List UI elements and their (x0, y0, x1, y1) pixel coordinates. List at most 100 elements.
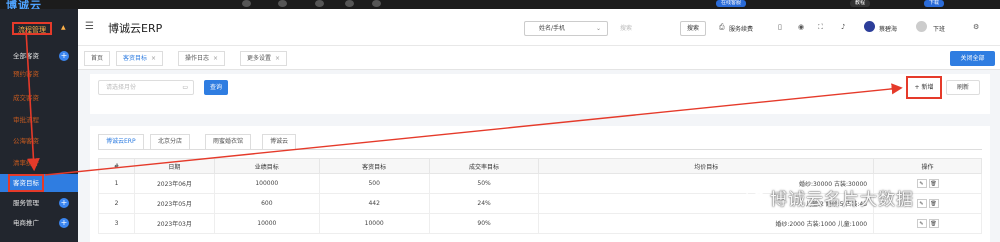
cell-actions: ✎ 🗑 (873, 213, 982, 234)
fullscreen-icon[interactable]: ⛶ (818, 23, 823, 32)
month-placeholder: 请选择月份 (106, 84, 137, 91)
store-tab-3[interactable]: 雨蜜婚衣馆 (205, 134, 252, 150)
sidebar-item-appointment[interactable]: 预约客资 (0, 65, 78, 83)
top-dot-icon (242, 0, 251, 7)
column-header: 客资目标 (318, 158, 430, 174)
calendar-icon: ▭ (182, 84, 188, 91)
column-header: 操作 (873, 158, 982, 174)
close-icon[interactable]: × (213, 55, 218, 62)
query-button[interactable]: 查询 (204, 80, 228, 95)
cell-date: 2023年05月 (133, 193, 215, 214)
add-button[interactable]: + 新增 (906, 76, 942, 99)
column-header: 日期 (133, 158, 215, 174)
logout-avatar-icon[interactable] (916, 21, 927, 32)
sidebar-item-deals[interactable]: 成交客资 (0, 89, 78, 107)
sidebar-item-label: 电商推广 (13, 219, 39, 227)
top-strip: 博诚云 在线客服 教程 下载 (0, 0, 1000, 12)
tab-label: 首页 (91, 55, 104, 62)
sidebar-item-service[interactable]: 服务管理 + (0, 194, 78, 212)
sidebar-item-all-leads[interactable]: 全部客资 + (0, 47, 78, 65)
logout-link[interactable]: 下班 (933, 24, 945, 33)
sidebar-item-label: 全部客资 (13, 52, 39, 60)
download-button[interactable]: 下载 (924, 0, 945, 7)
watermark: 博诚云名片大数据 (740, 183, 960, 210)
tab-lead-target[interactable]: 客资目标 × (116, 51, 164, 66)
highlight-box (8, 174, 44, 192)
online-service-button[interactable]: 在线客服 (716, 0, 747, 7)
search-type-select[interactable]: 姓名/手机 ⌄ (524, 21, 608, 36)
sidebar-item-label: 服务管理 (13, 199, 39, 207)
phone-icon[interactable]: ▯ (778, 23, 782, 31)
top-dot-icon (372, 0, 381, 7)
cell-leads: 442 (318, 193, 430, 214)
cell-date: 2023年03月 (133, 213, 215, 234)
top-dot-icon (315, 0, 324, 7)
refresh-button[interactable]: 刷新 (946, 80, 980, 95)
column-header: 成交率目标 (428, 158, 540, 174)
sidebar-item-lead-target[interactable]: 客资目标 (0, 174, 78, 192)
hamburger-menu-icon[interactable]: ☰ (85, 21, 94, 32)
sidebar-group-label: 流程管理 (12, 22, 52, 35)
plus-icon[interactable]: + (59, 218, 69, 228)
store-tab-2[interactable]: 北京分店 (150, 134, 191, 150)
search-button[interactable]: 搜索 (680, 21, 706, 36)
service-renew-link[interactable]: 服务续费 (729, 24, 753, 33)
table-header-row: # 日期 业绩目标 客资目标 成交率目标 均价目标 操作 (98, 158, 982, 174)
sidebar-item-approval[interactable]: 审批流程 (0, 111, 78, 129)
bell-icon[interactable]: ♪ (841, 23, 845, 31)
close-all-button[interactable]: 关闭全部 (950, 51, 995, 66)
printer-icon[interactable]: ⎙ (719, 23, 725, 32)
cell-index: 2 (98, 193, 135, 214)
sidebar-group-flow[interactable]: 流程管理 ▲ (0, 17, 78, 39)
cell-perf: 100000 (213, 173, 320, 194)
close-icon[interactable]: × (151, 55, 156, 62)
tab-label: 客资目标 (123, 55, 148, 62)
top-dot-icon (345, 0, 354, 7)
tabs-bar: 首页 客资目标 × 操作日志 × 更多设置 × 关闭全部 (78, 46, 1000, 70)
column-header: # (98, 158, 135, 174)
plus-icon[interactable]: + (59, 198, 69, 208)
sidebar-item-label: 清率统计 (13, 159, 39, 167)
wechat-icon (746, 187, 765, 202)
user-name[interactable]: 蔡碧海 (879, 24, 897, 33)
edit-icon[interactable]: ✎ (916, 219, 927, 228)
tab-home[interactable]: 首页 (84, 51, 111, 66)
filter-bar: 请选择月份 ▭ 查询 + 新增 刷新 (90, 74, 990, 114)
table-row: 3 2023年03月 10000 10000 90% 婚纱:2000 古装:10… (98, 213, 982, 234)
brand-title: 博诚云ERP (108, 22, 163, 35)
delete-icon[interactable]: 🗑 (928, 219, 939, 228)
tutorial-button[interactable]: 教程 (850, 0, 871, 7)
avatar[interactable] (864, 21, 875, 32)
store-tab-1[interactable]: 博诚云ERP (98, 134, 144, 150)
store-tab-4[interactable]: 博诚云 (262, 134, 297, 150)
tab-operation-log[interactable]: 操作日志 × (178, 51, 226, 66)
month-picker[interactable]: 请选择月份 ▭ (98, 80, 194, 95)
chevron-down-icon: ⌄ (595, 25, 601, 32)
column-header: 均价目标 (538, 158, 875, 174)
cell-index: 1 (98, 173, 135, 194)
watermark-text: 博诚云名片大数据 (770, 190, 914, 210)
sidebar-item-stats[interactable]: 清率统计 (0, 154, 78, 172)
select-value: 姓名/手机 (539, 25, 566, 32)
target-icon[interactable]: ◉ (798, 23, 804, 31)
sidebar-item-label: 审批流程 (13, 116, 39, 124)
settings-icon[interactable]: ⚙ (973, 23, 979, 31)
search-input[interactable]: 搜索 (614, 21, 676, 36)
cell-rate: 90% (428, 213, 540, 234)
cell-index: 3 (98, 213, 135, 234)
close-icon[interactable]: × (275, 55, 280, 62)
header: ☰ 博诚云ERP 姓名/手机 ⌄ 搜索 搜索 ⎙ 服务续费 ▯ ◉ ⛶ ♪ 蔡碧… (78, 9, 1000, 46)
sidebar: 流程管理 ▲ 全部客资 + 预约客资 成交客资 审批流程 公海客资 清率统计 客… (0, 9, 78, 242)
cell-perf: 10000 (213, 213, 320, 234)
tab-more-settings[interactable]: 更多设置 × (240, 51, 288, 66)
tab-label: 操作日志 (185, 55, 210, 62)
sidebar-item-label: 预约客资 (13, 70, 39, 78)
sidebar-item-public[interactable]: 公海客资 (0, 132, 78, 150)
sidebar-item-ecommerce[interactable]: 电商推广 + (0, 214, 78, 232)
cell-perf: 600 (213, 193, 320, 214)
tab-divider (98, 149, 982, 150)
cell-leads: 500 (318, 173, 430, 194)
tab-label: 更多设置 (247, 55, 272, 62)
plus-icon[interactable]: + (59, 51, 69, 61)
chevron-up-icon: ▲ (61, 24, 66, 31)
